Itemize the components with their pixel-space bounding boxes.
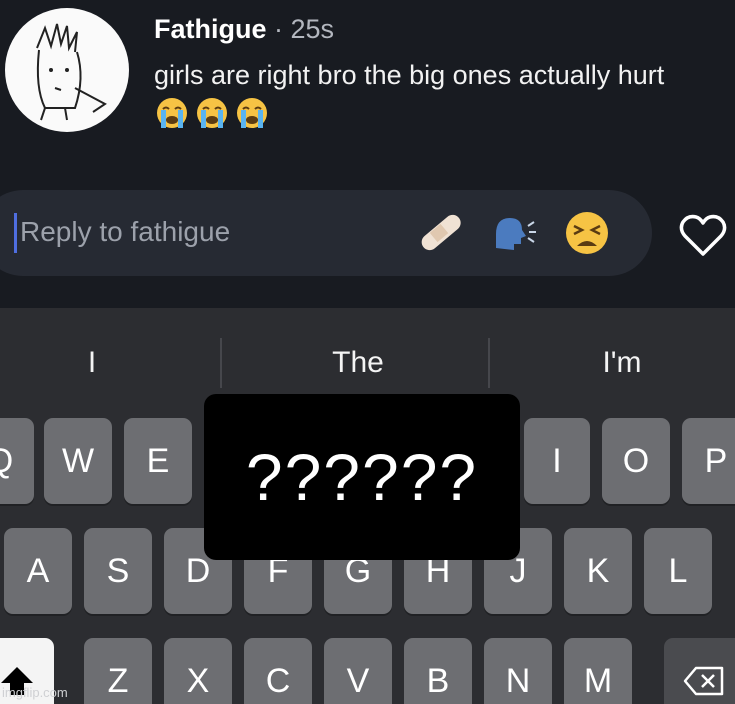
speaking-head-icon[interactable] xyxy=(488,208,538,258)
comment-header: Fathigue · 25s xyxy=(154,14,334,45)
key-l[interactable]: L xyxy=(644,528,712,614)
suggestion-3[interactable]: I'm xyxy=(562,346,682,380)
suggestion-2[interactable]: The xyxy=(306,346,410,380)
key-b[interactable]: B xyxy=(404,638,472,704)
key-p[interactable]: P xyxy=(682,418,735,504)
key-i[interactable]: I xyxy=(524,418,590,504)
separator-dot: · xyxy=(266,14,291,44)
username[interactable]: Fathigue xyxy=(154,14,267,44)
censor-overlay: ?????? xyxy=(204,394,520,560)
suggestion-divider xyxy=(220,338,222,388)
key-m[interactable]: M xyxy=(564,638,632,704)
key-k[interactable]: K xyxy=(564,528,632,614)
backspace-key[interactable] xyxy=(664,638,735,704)
key-s[interactable]: S xyxy=(84,528,152,614)
tired-face-icon[interactable] xyxy=(562,208,612,258)
backspace-icon xyxy=(683,666,724,696)
comment-text: girls are right bro the big ones actuall… xyxy=(154,60,665,90)
key-w[interactable]: W xyxy=(44,418,112,504)
key-c[interactable]: C xyxy=(244,638,312,704)
text-caret xyxy=(14,213,17,253)
bandage-icon[interactable] xyxy=(414,208,464,258)
suggestion-1[interactable]: I xyxy=(40,346,144,380)
avatar-drawing-icon xyxy=(36,23,107,121)
watermark: imgflip.com xyxy=(2,685,68,700)
key-o[interactable]: O xyxy=(602,418,670,504)
loudly-crying-face-icon xyxy=(157,98,187,128)
timestamp: 25s xyxy=(290,14,335,44)
suggestion-divider xyxy=(488,338,490,388)
loudly-crying-face-icon xyxy=(237,98,267,128)
reply-input-placeholder[interactable]: Reply to fathigue xyxy=(20,216,230,248)
key-a[interactable]: A xyxy=(4,528,72,614)
key-x[interactable]: X xyxy=(164,638,232,704)
avatar[interactable] xyxy=(5,8,129,132)
key-q[interactable]: Q xyxy=(0,418,34,504)
key-v[interactable]: V xyxy=(324,638,392,704)
key-z[interactable]: Z xyxy=(84,638,152,704)
loudly-crying-face-icon xyxy=(197,98,227,128)
key-e[interactable]: E xyxy=(124,418,192,504)
comment-area: Fathigue · 25s girls are right bro the b… xyxy=(0,0,735,308)
comment-emoji-row xyxy=(154,96,270,130)
heart-icon[interactable] xyxy=(678,212,728,258)
key-n[interactable]: N xyxy=(484,638,552,704)
